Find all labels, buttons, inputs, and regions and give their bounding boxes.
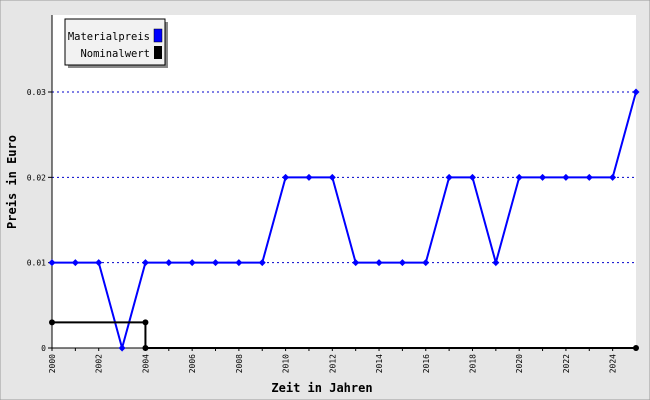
chart-frame: 0 0.01 0.02 0.03 2000 2002 2004 2006 2008 2010 20… (0, 0, 650, 400)
legend-label-materialpreis: Materialpreis (68, 31, 150, 43)
data-point-nominalwert (633, 345, 639, 351)
x-tick-label: 2014 (375, 354, 384, 373)
x-tick-label: 2008 (235, 354, 244, 373)
y-tick-label: 0.03 (27, 88, 46, 97)
data-point-nominalwert (49, 319, 55, 326)
x-tick-label: 2000 (48, 354, 57, 373)
y-tick-label: 0 (41, 344, 46, 353)
x-tick-label: 2012 (328, 354, 337, 373)
x-tick-label: 2024 (609, 354, 618, 373)
x-tick-label: 2022 (562, 354, 571, 373)
legend-swatch-nominalwert (154, 46, 162, 59)
data-point-nominalwert (142, 319, 149, 326)
y-axis-label: Preis in Euro (5, 135, 19, 229)
y-tick-label: 0.02 (27, 173, 46, 182)
x-tick-label: 2006 (188, 354, 197, 373)
x-tick-label: 2018 (468, 354, 477, 373)
legend-swatch-materialpreis (153, 28, 163, 43)
x-tick-label: 2002 (95, 354, 104, 373)
data-point-nominalwert (142, 345, 149, 351)
x-tick-label: 2010 (282, 354, 291, 373)
x-tick-label: 2004 (141, 354, 150, 373)
x-tick-label: 2016 (422, 354, 431, 373)
y-tick-label: 0.01 (27, 259, 46, 268)
legend-label-nominalwert: Nominalwert (80, 48, 150, 60)
legend: Materialpreis Nominalwert (64, 18, 168, 68)
x-tick-label: 2020 (515, 354, 524, 373)
x-axis-label: Zeit in Jahren (271, 381, 372, 395)
